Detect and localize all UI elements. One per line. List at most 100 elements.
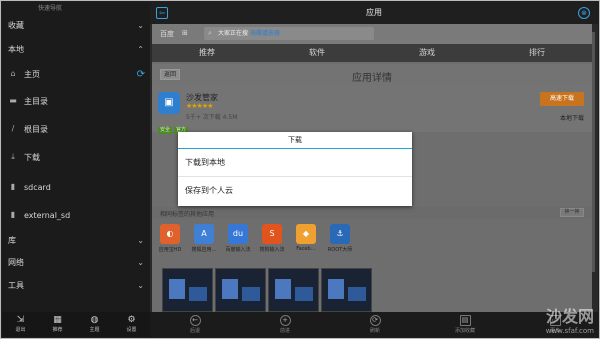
recommend-label: 推荐 bbox=[52, 327, 63, 333]
exit-label: 退出 bbox=[15, 327, 26, 333]
recommend-header: 相同标签的其他应用 换一换 bbox=[152, 207, 592, 219]
rec-app[interactable]: S 搜狗输入法 bbox=[258, 224, 286, 253]
add-favorite-button[interactable]: ▤ 添加收藏 bbox=[450, 315, 480, 334]
recommend-title: 相同标签的其他应用 bbox=[160, 211, 215, 218]
gear-icon: ⚙ bbox=[127, 315, 136, 325]
sidebar-section-favorites[interactable]: 收藏 ⌄ bbox=[2, 14, 150, 36]
tab-recommend[interactable]: 推荐 bbox=[152, 44, 262, 62]
store-brand[interactable]: 百度 bbox=[160, 29, 174, 39]
home-icon: ⌂ bbox=[10, 69, 16, 78]
refresh-button[interactable]: ⟳ 刷新 bbox=[360, 315, 390, 334]
save-cloud-option[interactable]: 保存到个人云 bbox=[178, 177, 412, 205]
sidebar-item-home[interactable]: ⌂ 主页 ⟳ bbox=[2, 64, 150, 84]
download-local-option[interactable]: 下载到本地 bbox=[178, 149, 412, 177]
forward-label: 前进 bbox=[279, 328, 290, 334]
sidebar-item-external-sd[interactable]: ▮ external_sd bbox=[2, 205, 150, 225]
exit-button[interactable]: ⇲ 退出 bbox=[6, 315, 36, 334]
windows-icon[interactable]: ⊞ bbox=[182, 29, 188, 37]
detail-title: 应用详情 bbox=[352, 73, 392, 84]
page-title: 应用 bbox=[366, 8, 382, 17]
sidebar-item-label: 下载 bbox=[24, 152, 40, 162]
sdcard-icon: ▮ bbox=[10, 182, 16, 191]
folder-icon: ▬ bbox=[9, 96, 17, 105]
sidebar-item-label: 库 bbox=[8, 235, 16, 245]
sidebar-item-label: 收藏 bbox=[8, 20, 24, 30]
rec-app[interactable]: du 百度输入法 bbox=[224, 224, 252, 253]
tab-ranking[interactable]: 排行 bbox=[482, 44, 592, 62]
back-button[interactable]: ← 后退 bbox=[180, 315, 210, 334]
browser-toolbar: ← 后退 + 前进 ⟳ 刷新 ▤ 添加收藏 ⋯ 更多 bbox=[150, 312, 598, 337]
chevron-down-icon: ⌄ bbox=[137, 235, 144, 245]
sidebar-section-local[interactable]: 本地 ⌃ bbox=[2, 38, 150, 60]
local-download-link[interactable]: 本地下载 bbox=[560, 113, 584, 122]
recommend-button[interactable]: ▦ 推荐 bbox=[43, 315, 73, 334]
rec-app[interactable]: ◐ 应用宝HD bbox=[156, 224, 184, 253]
detail-header: 返回 应用详情 bbox=[152, 64, 592, 86]
fast-download-button[interactable]: 高速下载 bbox=[540, 92, 584, 106]
sdcard-icon: ▮ bbox=[10, 210, 16, 219]
rec-app[interactable]: ◆ Faceb… bbox=[292, 224, 320, 253]
sidebar-item-root-dir[interactable]: / 根目录 bbox=[2, 119, 150, 139]
scrollbar[interactable] bbox=[592, 32, 595, 272]
sidebar-item-label: 本地 bbox=[8, 44, 24, 54]
forward-icon: + bbox=[279, 315, 291, 326]
sidebar-item-label: 主目录 bbox=[24, 96, 48, 106]
app-icon: du bbox=[228, 224, 248, 244]
sidebar-item-label: 根目录 bbox=[24, 124, 48, 134]
sidebar-top-hint: 快速导航 bbox=[38, 4, 63, 12]
back-icon: ← bbox=[189, 315, 201, 326]
app-icon: ◐ bbox=[160, 224, 180, 244]
exit-icon: ⇲ bbox=[16, 315, 25, 325]
screenshot[interactable] bbox=[268, 268, 319, 312]
back-label: 后退 bbox=[189, 328, 200, 334]
chevron-down-icon: ⌄ bbox=[137, 280, 144, 290]
store-tabs: 推荐 软件 游戏 排行 bbox=[152, 44, 592, 62]
settings-button[interactable]: ⚙ 设置 bbox=[117, 315, 147, 334]
sidebar-item-downloads[interactable]: ⤓ 下载 bbox=[2, 147, 150, 167]
sidebar-section-network[interactable]: 网络 ⌄ bbox=[2, 253, 150, 271]
sidebar-toolbar: ⇲ 退出 ▦ 推荐 ◍ 主题 ⚙ 设置 bbox=[2, 312, 150, 337]
search-input[interactable]: ⌕ 大家正在搜 海螺播放器 bbox=[204, 27, 374, 40]
search-icon: ⌕ bbox=[208, 29, 212, 37]
rec-app-label: 应用宝HD bbox=[158, 247, 182, 253]
rec-app-label: 搜狐应用… bbox=[191, 247, 217, 253]
app-icon: ◆ bbox=[296, 224, 316, 244]
settings-label: 设置 bbox=[126, 327, 137, 333]
download-icon: ⤓ bbox=[11, 152, 15, 161]
refresh-label: 刷新 bbox=[369, 328, 380, 334]
forward-button[interactable]: + 前进 bbox=[270, 315, 300, 334]
watermark-name: 沙发网 bbox=[545, 307, 594, 326]
refresh-recommend-button[interactable]: 换一换 bbox=[560, 208, 584, 217]
grid-icon: ▦ bbox=[53, 315, 62, 325]
tab-games[interactable]: 游戏 bbox=[372, 44, 482, 62]
rec-app-label: 百度输入法 bbox=[225, 247, 251, 253]
theme-button[interactable]: ◍ 主题 bbox=[80, 316, 110, 334]
refresh-icon[interactable]: ⟳ bbox=[137, 69, 145, 80]
theme-label: 主题 bbox=[89, 327, 100, 333]
search-prefix: 大家正在搜 bbox=[218, 30, 249, 37]
screenshot[interactable] bbox=[162, 268, 213, 312]
dialog-title: 下载 bbox=[178, 132, 412, 149]
app-icon: ⚓ bbox=[330, 224, 350, 244]
sidebar-item-sdcard[interactable]: ▮ sdcard bbox=[2, 177, 150, 197]
rec-app-label: ROOT大师 bbox=[327, 247, 353, 253]
app-icon: S bbox=[262, 224, 282, 244]
screenshot[interactable] bbox=[215, 268, 266, 312]
add-favorite-label: 添加收藏 bbox=[454, 328, 475, 334]
download-dialog: 下载 下载到本地 保存到个人云 bbox=[178, 132, 412, 206]
sidebar-item-label: 主页 bbox=[24, 69, 40, 79]
close-icon[interactable]: ⊗ bbox=[578, 7, 590, 19]
sidebar-section-library[interactable]: 库 ⌄ bbox=[2, 231, 150, 249]
sidebar-item-label: 网络 bbox=[8, 257, 24, 267]
bookmark-icon: ▤ bbox=[459, 315, 471, 326]
tab-software[interactable]: 软件 bbox=[262, 44, 372, 62]
recommend-apps: ◐ 应用宝HD A 搜狐应用… du 百度输入法 S 搜狗输入法 ◆ Faceb… bbox=[156, 224, 354, 253]
rec-app[interactable]: A 搜狐应用… bbox=[190, 224, 218, 253]
rec-app[interactable]: ⚓ ROOT大师 bbox=[326, 224, 354, 253]
badge-safe: 安全 bbox=[158, 127, 173, 134]
sidebar-item-main-dir[interactable]: ▬ 主目录 bbox=[2, 91, 150, 111]
app-icon: A bbox=[194, 224, 214, 244]
screenshots bbox=[162, 268, 372, 312]
screenshot[interactable] bbox=[321, 268, 372, 312]
sidebar-section-tools[interactable]: 工具 ⌄ bbox=[2, 276, 150, 294]
